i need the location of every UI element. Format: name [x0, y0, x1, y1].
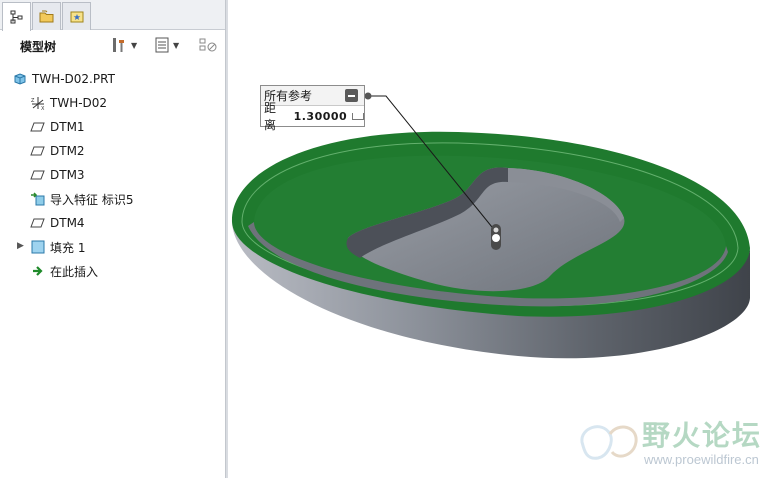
tools-icon	[113, 38, 124, 52]
coordinate-system-icon: Z X	[30, 95, 46, 111]
tree-item-label: DTM4	[50, 216, 85, 230]
model-tree-icon	[10, 10, 22, 24]
fill-feature-icon	[30, 239, 46, 255]
svg-text:X: X	[41, 106, 45, 111]
list-icon	[155, 37, 169, 53]
tree-item-label: DTM1	[50, 120, 85, 134]
model-tree-panel: 模型树 ▼ ▼ TWH-D02.PRT Z X TWH-D02 DTM1 DTM…	[0, 0, 225, 478]
unit-icon[interactable]	[352, 112, 364, 120]
datum-plane-icon	[30, 215, 46, 231]
distance-value[interactable]: 1.30000	[294, 110, 348, 123]
tree-item-csys[interactable]: Z X TWH-D02	[30, 92, 107, 114]
tree-item-label: TWH-D02	[50, 96, 108, 110]
watermark: 野火论坛 www.proewildfire.cn	[574, 410, 784, 476]
reference-panel: 所有参考 距离 1.30000	[260, 85, 365, 132]
tree-item-import-feature[interactable]: 导入特征 标识5	[30, 188, 133, 210]
model-tree-title: 模型树	[20, 40, 57, 54]
folder-icon	[39, 10, 53, 22]
tree-item-dtm1[interactable]: DTM1	[30, 116, 85, 138]
insert-here-icon	[30, 263, 46, 279]
chevron-down-icon: ▼	[173, 40, 180, 50]
import-feature-icon	[30, 191, 46, 207]
chevron-down-icon: ▼	[131, 40, 138, 50]
tree-item-dtm4[interactable]: DTM4	[30, 212, 85, 234]
watermark-url: www.proewildfire.cn	[644, 452, 759, 467]
tree-filter-button[interactable]	[198, 35, 218, 55]
tree-item-label: TWH-D02.PRT	[32, 72, 115, 86]
filter-icon	[199, 38, 217, 52]
tree-item-dtm3[interactable]: DTM3	[30, 164, 85, 186]
watermark-logo	[580, 425, 638, 460]
tree-show-button[interactable]: ▼	[154, 35, 179, 55]
collapse-icon[interactable]	[345, 89, 358, 102]
datum-plane-icon	[30, 167, 46, 183]
tree-toolbar: 模型树 ▼ ▼	[0, 31, 225, 59]
expand-arrow-icon[interactable]: ▶	[17, 241, 24, 251]
tree-item-label: 填充 1	[50, 240, 86, 255]
model-tree-tab[interactable]	[2, 2, 31, 31]
part-icon	[12, 71, 28, 87]
graphics-viewport[interactable]: 所有参考 距离 1.30000 野火论坛 www.proewildfire.cn	[228, 0, 784, 478]
part-model[interactable]	[228, 0, 784, 478]
datum-plane-icon	[30, 119, 46, 135]
tree-item-label: 导入特征 标识5	[50, 192, 134, 207]
tree-settings-button[interactable]: ▼	[110, 35, 137, 55]
favorites-icon	[70, 11, 83, 22]
tree-item-label: DTM2	[50, 144, 85, 158]
datum-plane-icon	[30, 143, 46, 159]
tree-item-label: DTM3	[50, 168, 85, 182]
folder-browser-tab[interactable]	[32, 2, 61, 30]
watermark-text: 野火论坛	[642, 419, 763, 452]
tree-item-dtm2[interactable]: DTM2	[30, 140, 85, 162]
panel-tab-bar	[0, 0, 225, 31]
tree-item-insert-here[interactable]: 在此插入	[30, 260, 98, 282]
favorites-tab[interactable]	[62, 2, 91, 30]
tree-item-fill[interactable]: 填充 1	[30, 236, 85, 258]
tree-item-part[interactable]: TWH-D02.PRT	[12, 68, 115, 90]
svg-text:Z: Z	[31, 98, 35, 104]
distance-row: 距离 1.30000	[261, 101, 364, 132]
tree-item-label: 在此插入	[50, 264, 99, 279]
distance-label: 距离	[264, 101, 277, 132]
